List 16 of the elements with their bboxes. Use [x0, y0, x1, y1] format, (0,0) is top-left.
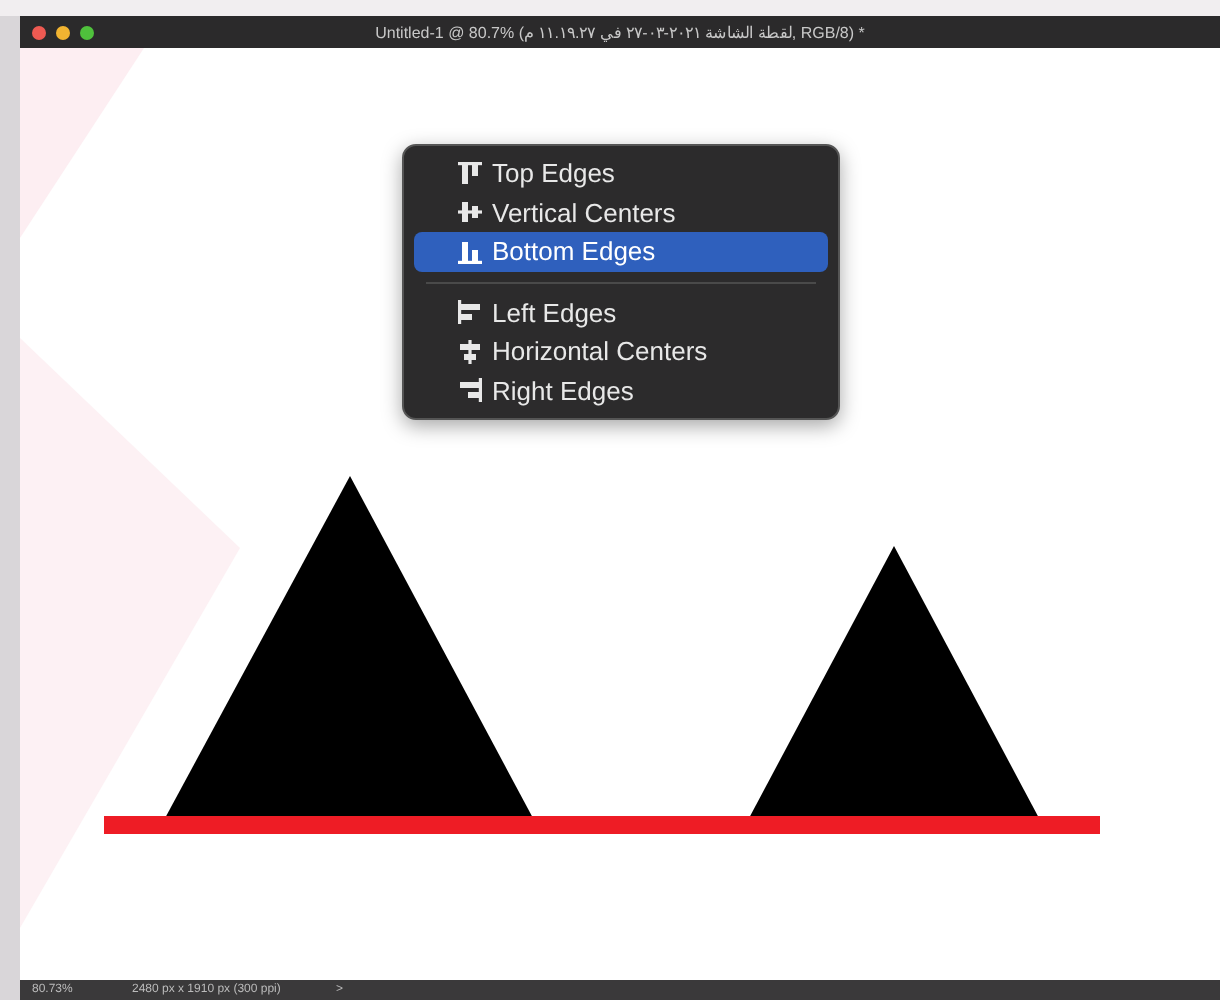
align-right-icon	[458, 378, 482, 403]
align-center-icon	[458, 339, 482, 364]
menu-item[interactable]: Horizontal Centers	[414, 332, 828, 371]
close-button[interactable]	[32, 25, 46, 39]
menu-item[interactable]: Bottom Edges	[414, 232, 828, 271]
window-title: Untitled-1 @ 80.7% (لقطة الشاشة ٢٠٢١-٠٣-٢٧ في ١١.١٩.٢٧ م, RGB/8) *	[373, 23, 867, 41]
zoom-button[interactable]	[80, 25, 94, 39]
minimize-button[interactable]	[56, 25, 70, 39]
align-top-icon	[458, 161, 482, 186]
align-middle-icon	[458, 200, 482, 225]
menu-item[interactable]: Right Edges	[414, 371, 828, 410]
menu-item[interactable]: Top Edges	[414, 154, 828, 193]
menu-item[interactable]: Vertical Centers	[414, 193, 828, 232]
align-bottom-icon	[458, 239, 482, 264]
menu-item[interactable]: Left Edges	[414, 293, 828, 332]
align-left-icon	[458, 300, 482, 325]
